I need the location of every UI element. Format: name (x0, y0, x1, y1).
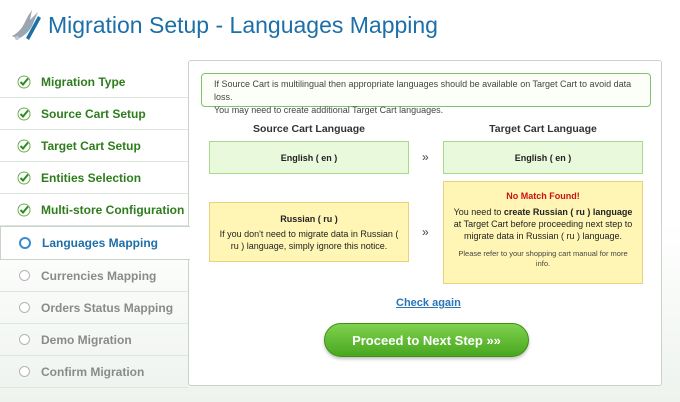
step-source-cart-setup[interactable]: Source Cart Setup (0, 98, 188, 130)
notice-line-1: If Source Cart is multilingual then appr… (214, 79, 632, 102)
notice-line-2: You may need to create additional Target… (214, 105, 444, 115)
step-multi-store-configuration[interactable]: Multi-store Configuration (0, 194, 188, 226)
step-label: Currencies Mapping (41, 268, 157, 283)
target-no-match-box: No Match Found! You need to create Russi… (443, 181, 643, 284)
empty-circle-icon (16, 364, 32, 380)
russian-language-name: Russian ( ru ) (280, 214, 338, 224)
step-migration-type[interactable]: Migration Type (0, 66, 188, 98)
active-circle-icon (17, 235, 33, 251)
source-language-header: Source Cart Language (252, 123, 366, 135)
step-label: Source Cart Setup (41, 106, 146, 121)
step-orders-status-mapping[interactable]: Orders Status Mapping (0, 292, 188, 324)
step-label: Orders Status Mapping (41, 300, 174, 315)
step-confirm-migration[interactable]: Confirm Migration (0, 356, 188, 388)
step-label: Languages Mapping (42, 236, 159, 250)
page-title: Migration Setup - Languages Mapping (48, 12, 438, 38)
empty-circle-icon (16, 300, 32, 316)
step-languages-mapping[interactable]: Languages Mapping (0, 226, 190, 260)
instruction-post: at Target Cart before proceeding next st… (453, 219, 633, 241)
checkmark-icon (16, 202, 32, 218)
step-label: Entities Selection (41, 170, 142, 185)
empty-circle-icon (16, 332, 32, 348)
step-label: Target Cart Setup (41, 138, 141, 153)
checkmark-icon (16, 106, 32, 122)
step-label: Confirm Migration (41, 364, 145, 379)
multilingual-notice: If Source Cart is multilingual then appr… (201, 73, 651, 115)
source-language-english: English ( en ) (209, 141, 409, 174)
source-language-russian: Russian ( ru ) If you don't need to migr… (209, 202, 409, 262)
mapping-arrow: » (422, 150, 429, 164)
languages-mapping-panel: If Source Cart is multilingual then appr… (188, 60, 662, 386)
steps-sidebar: Migration Type Source Cart Setup Target … (0, 66, 190, 388)
create-language-instruction: You need to create Russian ( ru ) langua… (452, 206, 634, 242)
instruction-pre: You need to (453, 207, 504, 217)
empty-circle-icon (16, 268, 32, 284)
checkmark-icon (16, 74, 32, 90)
page-header: Migration Setup - Languages Mapping (0, 0, 680, 52)
step-entities-selection[interactable]: Entities Selection (0, 162, 188, 194)
step-currencies-mapping[interactable]: Currencies Mapping (0, 260, 188, 292)
check-again-link[interactable]: Check again (396, 297, 461, 309)
manual-hint: Please refer to your shopping cart manua… (458, 249, 628, 268)
step-target-cart-setup[interactable]: Target Cart Setup (0, 130, 188, 162)
target-language-english: English ( en ) (443, 141, 643, 174)
proceed-next-step-button[interactable]: Proceed to Next Step »» (324, 323, 529, 357)
target-language-header: Target Cart Language (489, 123, 597, 135)
step-label: Migration Type (41, 74, 126, 89)
checkmark-icon (16, 138, 32, 154)
step-label: Multi-store Configuration (41, 202, 185, 217)
russian-ignore-note: If you don't need to migrate data in Rus… (219, 229, 399, 251)
step-label: Demo Migration (41, 332, 132, 347)
instruction-bold: create Russian ( ru ) language (503, 207, 633, 217)
checkmark-icon (16, 170, 32, 186)
no-match-title: No Match Found! (506, 191, 580, 201)
logo-icon (12, 10, 41, 40)
step-demo-migration[interactable]: Demo Migration (0, 324, 188, 356)
mapping-arrow: » (422, 225, 429, 239)
